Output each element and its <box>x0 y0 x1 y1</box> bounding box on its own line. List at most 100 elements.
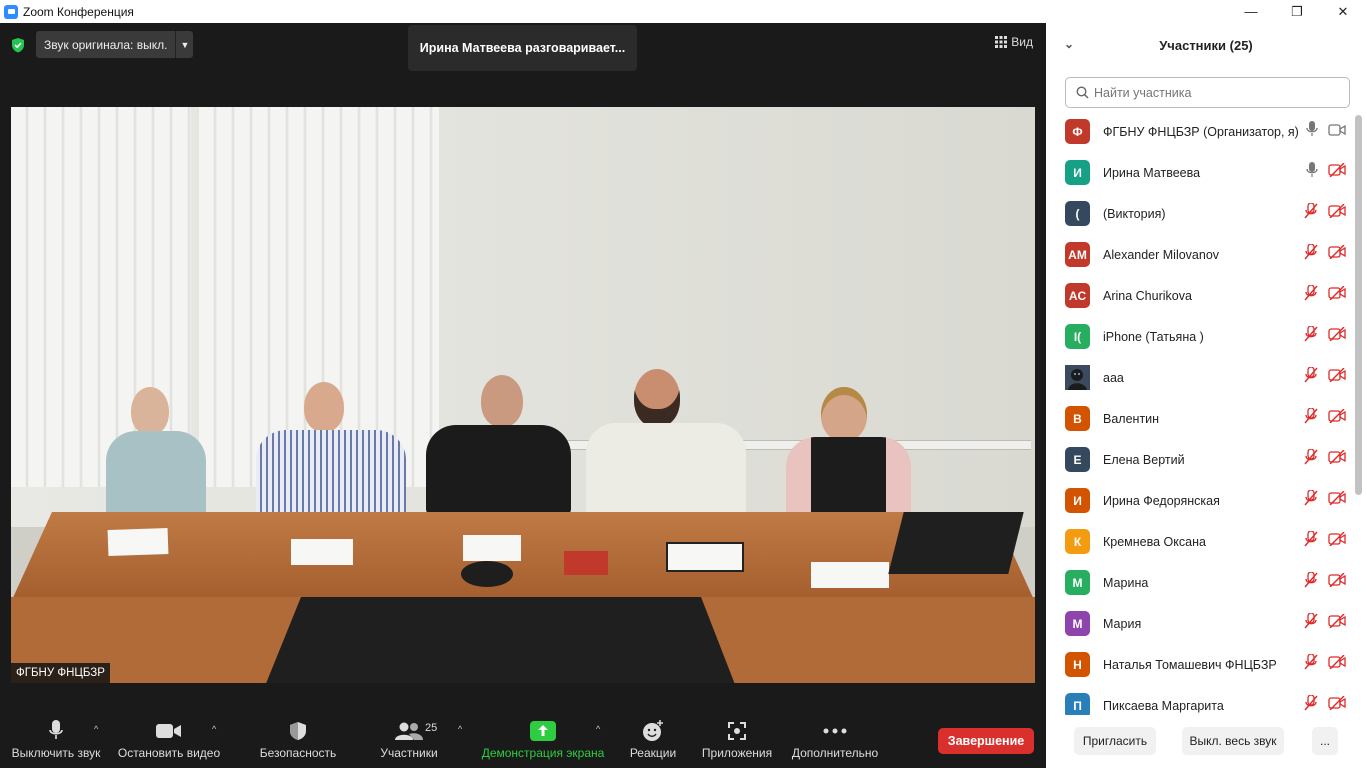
mute-button[interactable]: Выключить звук ^ <box>8 700 104 768</box>
stop-video-button[interactable]: Остановить видео ^ <box>116 700 222 768</box>
zoom-app-icon <box>4 4 18 19</box>
participant-row[interactable]: aaa <box>1046 357 1354 398</box>
video-paper <box>463 535 521 561</box>
apps-label[interactable]: Приложения <box>702 746 772 760</box>
participant-row[interactable]: И Ирина Матвеева <box>1046 152 1354 193</box>
mute-options-caret-icon[interactable]: ^ <box>94 724 98 734</box>
microphone-icon[interactable] <box>1306 121 1318 142</box>
maximize-button[interactable]: ❐ <box>1274 0 1320 23</box>
participant-search-input[interactable] <box>1094 85 1334 100</box>
microphone-muted-icon[interactable] <box>1304 694 1318 715</box>
participants-count: 25 <box>425 722 438 734</box>
video-camera-icon[interactable] <box>1328 123 1346 141</box>
share-options-caret-icon[interactable]: ^ <box>596 724 600 734</box>
mute-all-button[interactable]: Выкл. весь звук <box>1182 727 1284 755</box>
close-button[interactable]: ✕ <box>1320 0 1366 23</box>
participant-row[interactable]: П Пиксаева Маргарита <box>1046 685 1354 715</box>
video-off-icon[interactable] <box>1328 203 1346 223</box>
grid-icon <box>995 36 1008 48</box>
participant-avatar: В <box>1065 406 1090 431</box>
participant-row[interactable]: ( (Виктория) <box>1046 193 1354 234</box>
participant-row[interactable]: К Кремнева Оксана <box>1046 521 1354 562</box>
participants-scrollbar[interactable] <box>1355 115 1362 495</box>
chevron-down-icon[interactable]: ⌄ <box>1064 37 1074 51</box>
video-off-icon[interactable] <box>1328 613 1346 633</box>
video-table-front-right <box>701 597 1035 683</box>
video-off-icon[interactable] <box>1328 449 1346 469</box>
video-off-icon[interactable] <box>1328 244 1346 264</box>
main-video-feed[interactable]: ФГБНУ ФНЦБЗР <box>11 107 1035 683</box>
more-button[interactable]: Дополнительно <box>788 700 882 768</box>
participant-row[interactable]: AC Arina Churikova <box>1046 275 1354 316</box>
video-off-icon[interactable] <box>1328 326 1346 346</box>
video-notebook <box>564 551 608 575</box>
apps-button[interactable]: Приложения <box>698 700 776 768</box>
meeting-area: Звук оригинала: выкл. ▼ Ирина Матвеева р… <box>0 23 1046 768</box>
mute-label[interactable]: Выключить звук <box>12 746 101 760</box>
participants-button[interactable]: Участники 25 ^ <box>372 700 462 768</box>
video-off-icon[interactable] <box>1328 408 1346 428</box>
microphone-muted-icon[interactable] <box>1304 366 1318 388</box>
original-sound-label[interactable]: Звук оригинала: выкл. <box>36 38 175 52</box>
participant-row[interactable]: М Марина <box>1046 562 1354 603</box>
security-button[interactable]: Безопасность <box>254 700 342 768</box>
end-meeting-button[interactable]: Завершение <box>938 728 1034 754</box>
chevron-down-icon[interactable]: ▼ <box>175 31 193 58</box>
participant-row[interactable]: AM Alexander Milovanov <box>1046 234 1354 275</box>
participant-row[interactable]: I(iPhone (Татьяна ) <box>1046 316 1354 357</box>
participant-row[interactable]: Ф ФГБНУ ФНЦБЗР (Организатор, я) <box>1046 111 1354 152</box>
panel-more-button[interactable]: ... <box>1312 727 1338 755</box>
video-paper <box>107 527 169 557</box>
invite-button[interactable]: Пригласить <box>1074 727 1156 755</box>
video-off-icon[interactable] <box>1328 490 1346 510</box>
share-screen-label[interactable]: Демонстрация экрана <box>482 746 605 760</box>
video-off-icon[interactable] <box>1328 285 1346 305</box>
microphone-muted-icon[interactable] <box>1304 243 1318 265</box>
participant-search[interactable] <box>1065 77 1350 108</box>
participants-label[interactable]: Участники <box>380 746 437 760</box>
encryption-shield-icon[interactable] <box>10 37 26 53</box>
participants-panel-title: Участники (25) <box>1159 37 1253 53</box>
video-speakerphone <box>461 561 513 587</box>
participant-row[interactable]: И Ирина Федорянская <box>1046 480 1354 521</box>
stop-video-label[interactable]: Остановить видео <box>118 746 220 760</box>
video-table <box>11 512 1035 602</box>
microphone-muted-icon[interactable] <box>1304 325 1318 347</box>
video-off-icon[interactable] <box>1328 531 1346 551</box>
participant-row[interactable]: Е Елена Вертий <box>1046 439 1354 480</box>
microphone-muted-icon[interactable] <box>1304 284 1318 306</box>
video-off-icon[interactable] <box>1328 162 1346 182</box>
microphone-muted-icon[interactable] <box>1304 612 1318 634</box>
video-options-caret-icon[interactable]: ^ <box>212 724 216 734</box>
participant-row[interactable]: Н Наталья Томашевич ФНЦБЗР <box>1046 644 1354 685</box>
security-label[interactable]: Безопасность <box>260 746 337 760</box>
original-sound-control[interactable]: Звук оригинала: выкл. ▼ <box>36 31 194 58</box>
minimize-button[interactable]: — <box>1228 0 1274 23</box>
microphone-muted-icon[interactable] <box>1304 202 1318 224</box>
video-off-icon[interactable] <box>1328 367 1346 387</box>
participant-name: Ирина Матвеева <box>1103 165 1201 180</box>
microphone-muted-icon[interactable] <box>1304 448 1318 470</box>
participant-name: aaa <box>1103 370 1124 385</box>
reactions-button[interactable]: Реакции <box>624 700 682 768</box>
view-label[interactable]: Вид <box>1011 35 1033 49</box>
microphone-muted-icon[interactable] <box>1304 407 1318 429</box>
more-label[interactable]: Дополнительно <box>792 746 878 760</box>
participant-row[interactable]: В Валентин <box>1046 398 1354 439</box>
microphone-muted-icon[interactable] <box>1304 571 1318 593</box>
video-off-icon[interactable] <box>1328 695 1346 715</box>
participant-row[interactable]: М Мария <box>1046 603 1354 644</box>
participant-avatar: Е <box>1065 447 1090 472</box>
view-button[interactable]: Вид <box>995 35 1033 49</box>
microphone-muted-icon[interactable] <box>1304 530 1318 552</box>
participants-options-caret-icon[interactable]: ^ <box>458 724 462 734</box>
video-off-icon[interactable] <box>1328 572 1346 592</box>
reactions-label[interactable]: Реакции <box>630 746 676 760</box>
video-off-icon[interactable] <box>1328 654 1346 674</box>
microphone-icon[interactable] <box>1306 162 1318 183</box>
microphone-muted-icon[interactable] <box>1304 653 1318 675</box>
microphone-muted-icon[interactable] <box>1304 489 1318 511</box>
video-paper <box>811 562 889 588</box>
share-screen-button[interactable]: Демонстрация экрана ^ <box>480 700 606 768</box>
participant-name: Елена Вертий <box>1103 452 1185 467</box>
